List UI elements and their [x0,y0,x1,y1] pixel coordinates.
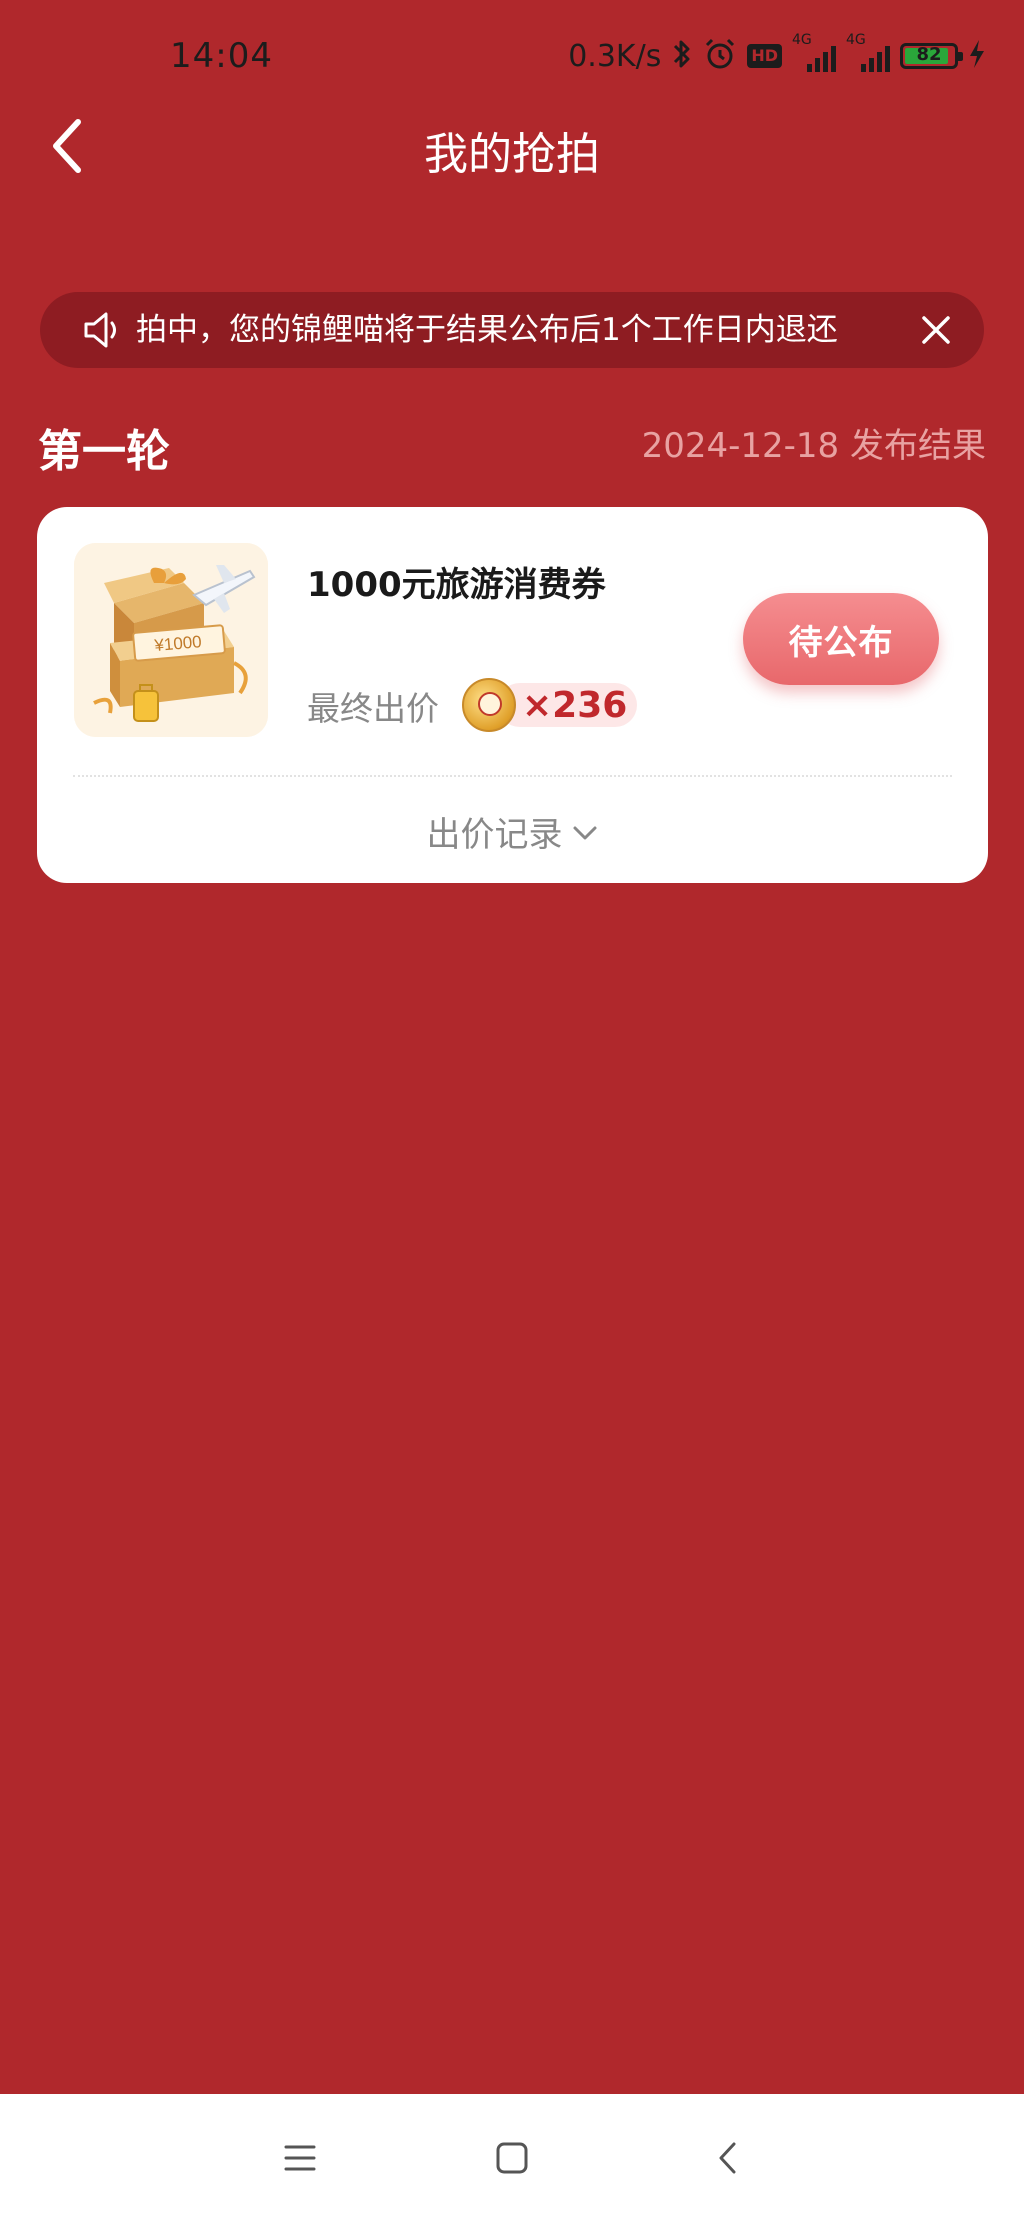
home-square-icon [496,2142,528,2174]
signal-icon: 4G [792,32,836,74]
system-nav-bar [0,2094,1024,2219]
status-icons: 0.3K/s HD 4G 4G 82 [568,32,986,76]
final-price-label: 最终出价 [307,689,439,728]
bluetooth-icon [671,37,693,75]
auction-item-card[interactable]: ¥1000 1000元旅游消费券 最终出价 ×236 待公布 出价记录 [37,507,988,883]
nav-menu-button[interactable] [270,2130,330,2186]
nav-home-button[interactable] [482,2130,542,2186]
bid-record-toggle[interactable]: 出价记录 [37,807,988,856]
charging-icon [968,39,986,73]
status-bar: 14:04 0.3K/s HD 4G 4G 82 [0,0,1024,110]
back-arrow-icon [719,2142,736,2174]
final-price: ×236 [462,678,638,732]
koi-cat-coin-icon [462,678,516,732]
net-speed: 0.3K/s [568,38,662,74]
gift-box-icon: ¥1000 [74,543,268,737]
notice-text: 拍中，您的锦鲤喵将于结果公布后1个工作日内退还 [136,312,838,348]
chevron-down-icon [571,812,599,852]
pending-status-button[interactable]: 待公布 [743,593,939,685]
menu-icon [284,2145,316,2171]
speaker-icon [80,310,128,354]
product-title: 1000元旅游消费券 [307,565,606,605]
status-time: 14:04 [170,36,273,76]
page-title: 我的抢拍 [424,129,600,180]
nav-back-button[interactable] [698,2130,758,2186]
hd-icon: HD [747,44,782,68]
alarm-icon [703,37,737,75]
final-price-value: ×236 [498,683,638,727]
divider [73,775,952,777]
bid-record-label: 出价记录 [426,815,563,855]
battery-icon: 82 [900,43,963,69]
signal-icon-2: 4G [846,32,890,74]
notice-banner: 拍中，您的锦鲤喵将于结果公布后1个工作日内退还 [40,292,984,368]
round-result-date: 2024-12-18 发布结果 [641,426,986,466]
close-icon[interactable] [918,312,954,352]
round-title: 第一轮 [38,426,170,477]
product-image: ¥1000 [74,543,268,737]
